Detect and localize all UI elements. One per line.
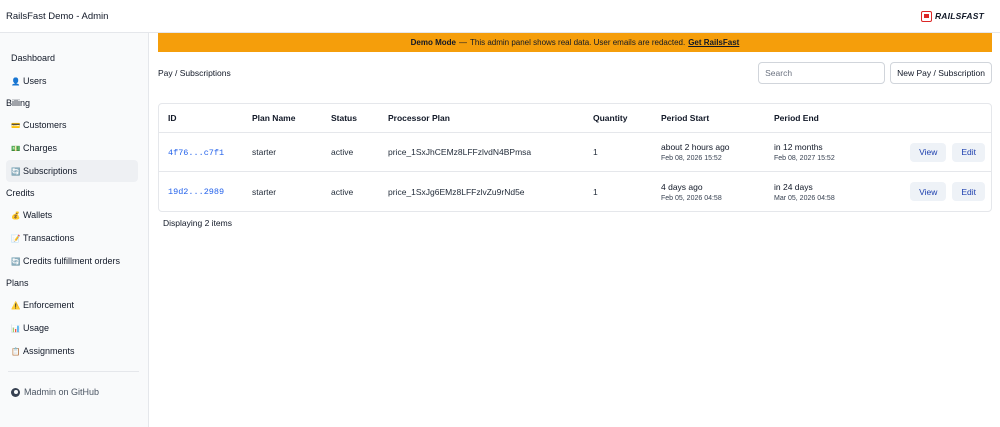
sidebar: Dashboard 👤 Users Billing 💳 Customers 💵 Charges…: [0, 33, 149, 427]
sidebar-item-wallets[interactable]: 💰 Wallets: [6, 204, 138, 226]
cell-plan-name: starter: [252, 186, 277, 197]
sidebar-nav: Dashboard 👤 Users Billing 💳 Customers 💵 Charges…: [0, 47, 148, 362]
sidebar-item-label: Usage: [23, 323, 50, 333]
column-header-id[interactable]: ID: [159, 113, 252, 123]
subscription-id-link[interactable]: 19d2...2989: [168, 187, 224, 197]
subscriptions-icon: 🔄: [11, 166, 21, 176]
sidebar-item-label: Enforcement: [23, 300, 75, 310]
table-row: 19d2...2989 starter active price_1SxJg6EMz8…: [159, 172, 991, 211]
row-actions: View Edit: [897, 182, 991, 201]
cell-period-start: 4 days ago Feb 05, 2026 04:58: [661, 182, 774, 202]
period-start-date: Feb 08, 2026 15:52: [661, 155, 722, 162]
sidebar-item-customers[interactable]: 💳 Customers: [6, 114, 138, 136]
sidebar-item-usage[interactable]: 📊 Usage: [6, 317, 138, 339]
sidebar-item-label: Credits fulfillment orders: [23, 256, 121, 266]
column-header-period-end[interactable]: Period End: [774, 113, 897, 123]
madmin-github-link[interactable]: Madmin on GitHub: [11, 381, 148, 403]
sidebar-item-label: Subscriptions: [23, 166, 78, 176]
transactions-icon: 📝: [11, 233, 21, 243]
period-start-relative: 4 days ago: [661, 181, 703, 192]
period-end-relative: in 12 months: [774, 142, 823, 152]
sidebar-item-label: Wallets: [23, 210, 53, 220]
banner-message: This admin panel shows real data. User e…: [469, 38, 686, 47]
enforcement-icon: ⚠️: [11, 300, 21, 310]
cell-quantity: 1: [593, 186, 598, 197]
period-end-relative: in 24 days: [774, 181, 813, 192]
main-content: Demo Mode — This admin panel shows real …: [149, 33, 1000, 427]
period-end-date: Mar 05, 2026 04:58: [774, 194, 835, 202]
sidebar-section-billing: Billing: [6, 98, 31, 108]
railsfast-logo-icon: [920, 10, 932, 22]
table-header-row: ID Plan Name Status Processor Plan Quant…: [159, 104, 991, 133]
customers-icon: 💳: [11, 120, 21, 130]
view-button[interactable]: View: [910, 182, 947, 201]
sidebar-item-subscriptions[interactable]: 🔄 Subscriptions: [6, 160, 138, 182]
sidebar-section-credits: Credits: [6, 188, 35, 198]
charges-icon: 💵: [11, 143, 21, 153]
sidebar-item-label: Dashboard: [11, 53, 56, 63]
column-header-quantity[interactable]: Quantity: [593, 113, 661, 123]
column-header-status[interactable]: Status: [331, 113, 388, 123]
sidebar-item-transactions[interactable]: 📝 Transactions: [6, 227, 138, 249]
sidebar-item-enforcement[interactable]: ⚠️ Enforcement: [6, 294, 138, 316]
sidebar-item-label: Charges: [23, 143, 58, 153]
page-toolbar: Pay / Subscriptions New Pay / Subscripti…: [158, 52, 992, 94]
cell-plan-name: starter: [252, 147, 277, 157]
cell-quantity: 1: [593, 147, 598, 157]
period-start-relative: about 2 hours ago: [661, 142, 730, 152]
cell-status: active: [331, 147, 354, 157]
logo-text: RAILSFAST: [934, 11, 984, 21]
sidebar-divider: [8, 371, 139, 372]
period-start-date: Feb 05, 2026 04:58: [661, 194, 722, 202]
app-title: RailsFast Demo - Admin: [6, 10, 109, 22]
demo-mode-banner: Demo Mode — This admin panel shows real …: [158, 33, 992, 52]
column-header-period-start[interactable]: Period Start: [661, 113, 774, 123]
period-end-date: Feb 08, 2027 15:52: [774, 155, 835, 162]
sidebar-section-plans: Plans: [6, 278, 29, 288]
search-input[interactable]: [758, 62, 886, 84]
cell-period-start: about 2 hours ago Feb 08, 2026 15:52: [661, 142, 774, 162]
cell-period-end: in 24 days Mar 05, 2026 04:58: [774, 182, 897, 202]
users-icon: 👤: [11, 76, 21, 86]
sidebar-item-label: Assignments: [23, 346, 75, 356]
cell-processor-plan: price_1SxJg6EMz8LFFzlvZu9rNd5e: [388, 186, 525, 197]
edit-button[interactable]: Edit: [952, 142, 985, 162]
wallets-icon: 💰: [11, 210, 21, 220]
sidebar-item-label: Transactions: [23, 233, 75, 243]
cell-status: active: [331, 186, 354, 197]
credits-fulfillment-orders-icon: 🔄: [11, 256, 21, 266]
banner-mode: Demo Mode: [410, 38, 456, 47]
get-railsfast-link[interactable]: Get RailsFast: [688, 38, 739, 47]
sidebar-item-label: Users: [23, 76, 47, 86]
sidebar-item-dashboard[interactable]: Dashboard: [6, 47, 138, 69]
github-link-label: Madmin on GitHub: [24, 387, 100, 397]
sidebar-item-label: Customers: [23, 120, 67, 130]
view-button[interactable]: View: [910, 142, 947, 162]
sidebar-item-users[interactable]: 👤 Users: [6, 70, 138, 92]
pagination-info: Displaying 2 items: [163, 218, 232, 228]
breadcrumb: Pay / Subscriptions: [158, 68, 231, 78]
cell-processor-plan: price_1SxJhCEMz8LFFzlvdN4BPmsa: [388, 147, 532, 157]
edit-button[interactable]: Edit: [952, 182, 985, 201]
subscription-id-link[interactable]: 4f76...c7f1: [168, 148, 224, 158]
assignments-icon: 📋: [11, 346, 21, 356]
row-actions: View Edit: [897, 142, 991, 162]
sidebar-item-credits-fulfillment-orders[interactable]: 🔄 Credits fulfillment orders: [6, 250, 138, 272]
cell-period-end: in 12 months Feb 08, 2027 15:52: [774, 142, 897, 162]
column-header-processor-plan[interactable]: Processor Plan: [388, 113, 593, 123]
table-row: 4f76...c7f1 starter active price_1SxJhCEMz8…: [159, 133, 991, 172]
new-subscription-button[interactable]: New Pay / Subscription: [890, 62, 992, 84]
sidebar-item-charges[interactable]: 💵 Charges: [6, 137, 138, 159]
top-bar: RailsFast Demo - Admin RAILSFAST: [0, 0, 1000, 33]
sidebar-item-assignments[interactable]: 📋 Assignments: [6, 340, 138, 362]
column-header-plan-name[interactable]: Plan Name: [252, 113, 331, 123]
github-icon: [11, 387, 20, 397]
subscriptions-table: ID Plan Name Status Processor Plan Quant…: [158, 103, 992, 212]
toolbar-actions: New Pay / Subscription: [758, 62, 992, 84]
banner-separator: —: [458, 38, 467, 47]
railsfast-logo[interactable]: RAILSFAST: [920, 10, 984, 22]
usage-icon: 📊: [11, 323, 21, 333]
